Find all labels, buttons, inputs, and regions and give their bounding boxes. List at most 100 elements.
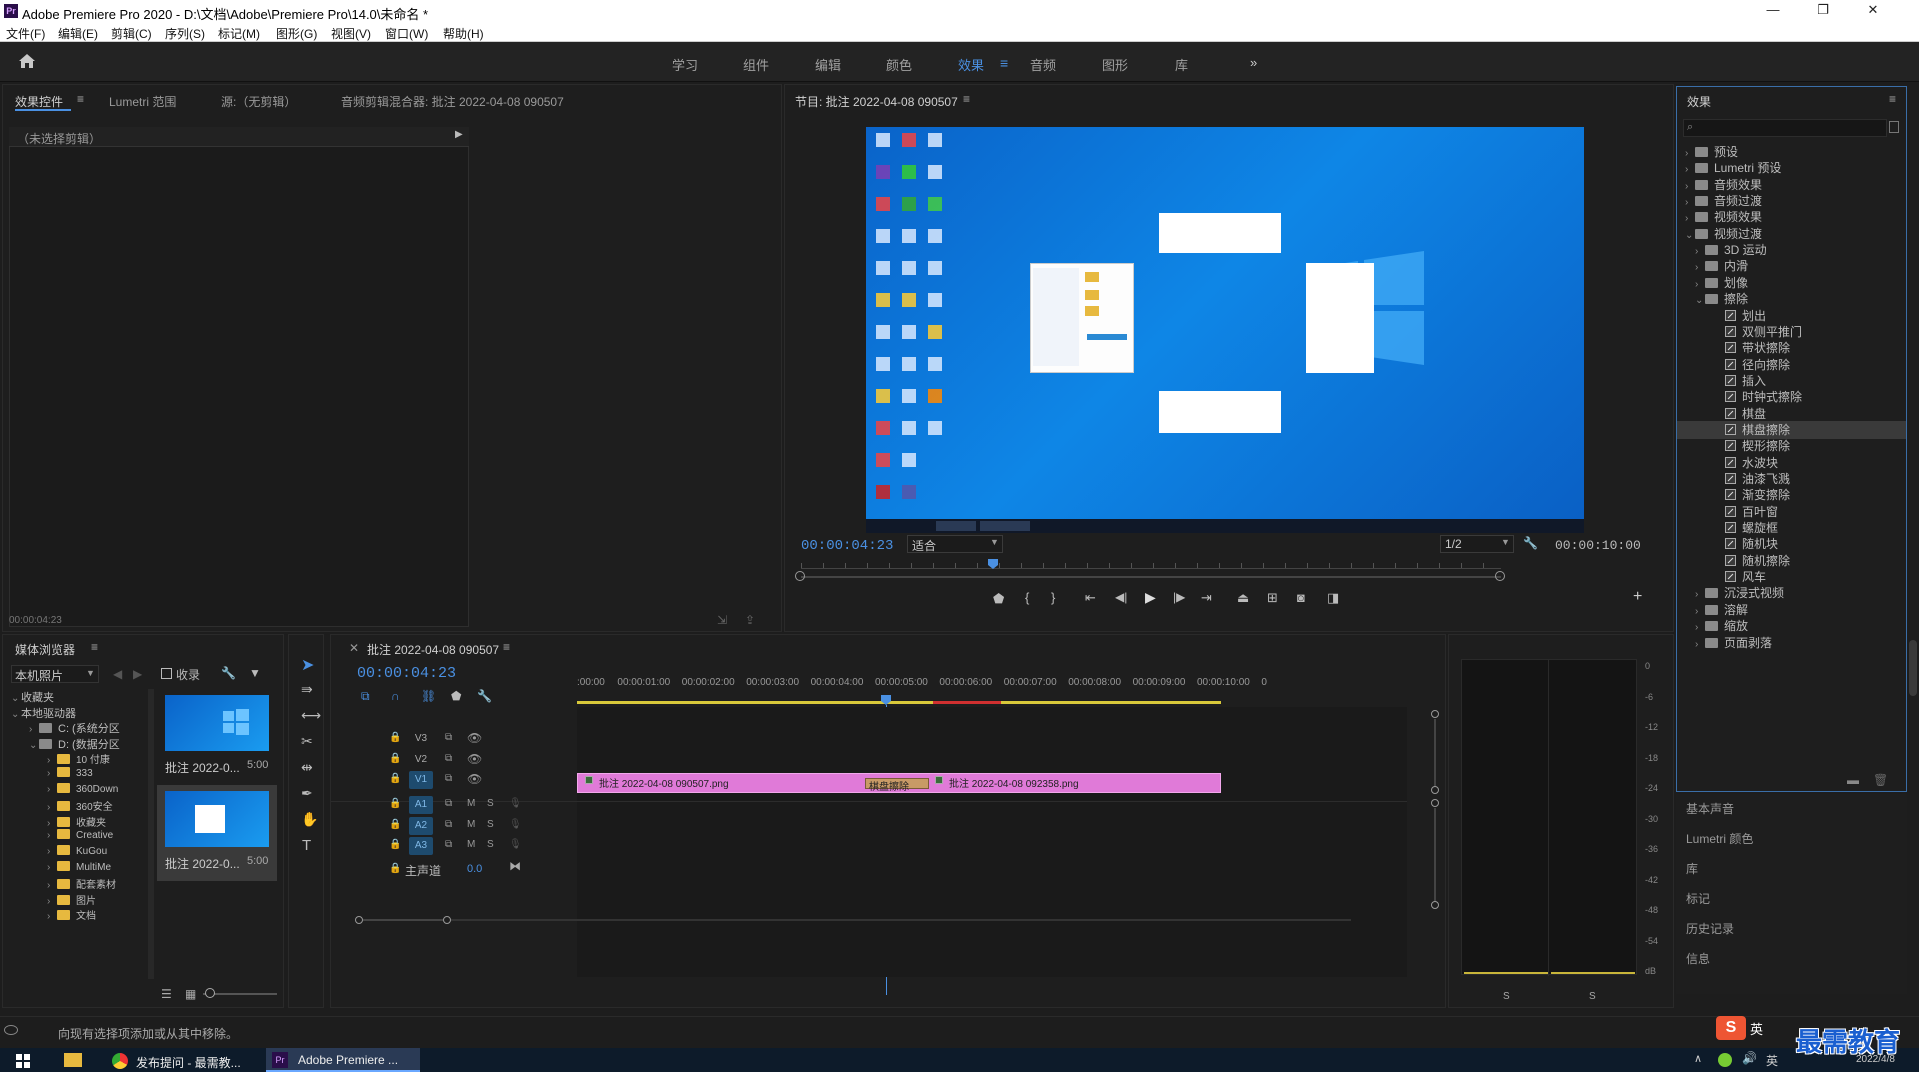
eye-icon[interactable]: 👁 bbox=[467, 772, 482, 786]
add-marker-icon[interactable]: ⬟ bbox=[451, 689, 461, 703]
comparison-view-icon[interactable]: ◨ bbox=[1327, 590, 1339, 606]
effect-item[interactable]: 棋盘擦除 bbox=[1677, 420, 1906, 439]
file-tree-item[interactable]: › 文档 bbox=[7, 907, 96, 925]
slip-tool-icon[interactable]: ⇹ bbox=[301, 759, 313, 776]
wrench-icon[interactable]: 🔧 bbox=[221, 666, 236, 680]
track-target-badge[interactable]: V3 bbox=[409, 730, 433, 748]
linked-selection-icon[interactable]: ⛓ bbox=[421, 689, 436, 703]
chevron-down-icon[interactable]: ⌄ bbox=[29, 740, 39, 751]
ime-label[interactable]: 英 bbox=[1766, 1052, 1778, 1069]
effect-item[interactable]: 棋盘 bbox=[1677, 405, 1906, 423]
track-target-badge[interactable]: V2 bbox=[409, 751, 433, 769]
media-thumb[interactable]: 批注 2022-0... 5:00 bbox=[157, 689, 277, 785]
effect-folder[interactable]: › Lumetri 预设 bbox=[1677, 159, 1906, 177]
master-volume[interactable]: 0.0 bbox=[467, 863, 482, 875]
chevron-down-icon[interactable]: ⌄ bbox=[1685, 230, 1695, 241]
mute-button[interactable]: M bbox=[467, 798, 475, 809]
effect-folder[interactable]: › 音频过渡 bbox=[1677, 192, 1906, 210]
icon-view-icon[interactable]: ▦ bbox=[185, 987, 196, 1001]
timeline-settings-icon[interactable]: 🔧 bbox=[477, 689, 492, 703]
panel-info[interactable]: 信息 bbox=[1686, 950, 1710, 967]
master-toggle-icon[interactable]: ⧓ bbox=[509, 859, 521, 873]
video-track-header[interactable]: 🔒 V2 ⧉ 👁 bbox=[387, 750, 577, 770]
chevron-right-icon[interactable]: › bbox=[1695, 246, 1705, 257]
filter-icon[interactable]: ▼ bbox=[249, 666, 261, 680]
chevron-right-icon[interactable]: › bbox=[29, 724, 39, 735]
solo-button[interactable]: S bbox=[487, 819, 494, 830]
step-forward-icon[interactable]: |▶ bbox=[1173, 590, 1185, 604]
microphone-icon[interactable]: 🎙 bbox=[509, 798, 522, 809]
lock-icon[interactable]: 🔒 bbox=[389, 773, 401, 784]
effects-search-input[interactable]: ⌕ bbox=[1683, 119, 1887, 137]
new-custom-bin-icon[interactable]: ▬ bbox=[1847, 773, 1859, 787]
effect-item[interactable]: 楔形擦除 bbox=[1677, 437, 1906, 455]
effect-item[interactable]: 时钟式擦除 bbox=[1677, 388, 1906, 406]
tab-lumetri-scopes[interactable]: Lumetri 范围 bbox=[109, 93, 176, 110]
go-to-out-icon[interactable]: ⇥ bbox=[1201, 590, 1212, 606]
chevron-right-icon[interactable]: › bbox=[47, 846, 57, 857]
effect-item[interactable]: 渐变擦除 bbox=[1677, 486, 1906, 504]
eye-icon[interactable]: 👁 bbox=[467, 752, 482, 766]
menu-sequence[interactable]: 序列(S) bbox=[165, 25, 205, 42]
effect-item[interactable]: 随机块 bbox=[1677, 535, 1906, 553]
chevron-right-icon[interactable]: › bbox=[1685, 197, 1695, 208]
menu-marker[interactable]: 标记(M) bbox=[218, 25, 260, 42]
menu-edit[interactable]: 编辑(E) bbox=[58, 25, 98, 42]
workspace-effects[interactable]: 效果 bbox=[958, 55, 984, 74]
tree-scrollbar[interactable] bbox=[148, 689, 154, 979]
vscroll-bottom-handle[interactable] bbox=[1431, 786, 1439, 794]
forward-arrow-icon[interactable]: ▶ bbox=[133, 667, 142, 681]
sequence-tab[interactable]: 批注 2022-04-08 090507 bbox=[367, 641, 499, 658]
chevron-right-icon[interactable]: › bbox=[1695, 622, 1705, 633]
effect-item[interactable]: 百叶窗 bbox=[1677, 503, 1906, 521]
effect-folder[interactable]: ⌄ 擦除 bbox=[1677, 290, 1906, 308]
selection-tool-icon[interactable]: ➤ bbox=[301, 655, 314, 675]
chevron-right-icon[interactable]: › bbox=[1685, 148, 1695, 159]
effect-folder[interactable]: › 视频效果 bbox=[1677, 208, 1906, 226]
tab-effect-controls[interactable]: 效果控件 bbox=[15, 93, 63, 110]
chevron-right-icon[interactable]: › bbox=[1685, 164, 1695, 175]
microphone-icon[interactable]: 🎙 bbox=[509, 839, 522, 850]
type-tool-icon[interactable]: T bbox=[302, 837, 311, 854]
windows-start-icon[interactable] bbox=[16, 1054, 30, 1068]
lock-icon[interactable]: 🔒 bbox=[389, 839, 401, 850]
sync-lock-icon[interactable]: ⧉ bbox=[445, 753, 452, 764]
workspace-libraries[interactable]: 库 bbox=[1175, 55, 1188, 74]
mute-button[interactable]: M bbox=[467, 819, 475, 830]
panel-libraries[interactable]: 库 bbox=[1686, 860, 1698, 877]
hscroll-start-handle[interactable] bbox=[355, 916, 363, 924]
play-arrow-icon[interactable]: ▶ bbox=[455, 129, 463, 140]
button-editor-add-icon[interactable]: + bbox=[1633, 588, 1642, 606]
chevron-right-icon[interactable]: › bbox=[1695, 589, 1705, 600]
new-bin-icon[interactable] bbox=[1889, 121, 1899, 133]
video-track-header[interactable]: 🔒 V3 ⧉ 👁 bbox=[387, 729, 577, 749]
lock-icon[interactable]: 🔒 bbox=[389, 798, 401, 809]
extract-icon[interactable]: ⊞ bbox=[1267, 590, 1278, 606]
menu-help[interactable]: 帮助(H) bbox=[443, 25, 484, 42]
media-thumb-selected[interactable]: 批注 2022-0... 5:00 bbox=[157, 785, 277, 881]
chevron-right-icon[interactable]: › bbox=[1695, 606, 1705, 617]
clip-2[interactable]: 批注 2022-04-08 092358.png bbox=[931, 773, 1221, 793]
minimize-button[interactable]: — bbox=[1750, 2, 1796, 20]
timeline-timecode[interactable]: 00:00:04:23 bbox=[357, 665, 456, 682]
chevron-right-icon[interactable]: › bbox=[47, 830, 57, 841]
effect-item[interactable]: 插入 bbox=[1677, 372, 1906, 390]
chevron-right-icon[interactable]: › bbox=[1695, 279, 1705, 290]
taskbar-premiere[interactable]: Pr Adobe Premiere ... bbox=[266, 1048, 420, 1072]
export-frame-camera-icon[interactable]: ◙ bbox=[1297, 590, 1305, 605]
chevron-right-icon[interactable]: › bbox=[47, 862, 57, 873]
workspace-more-icon[interactable]: » bbox=[1250, 55, 1257, 70]
tab-source[interactable]: 源:（无剪辑） bbox=[221, 93, 296, 110]
step-back-icon[interactable]: ◀| bbox=[1115, 590, 1127, 604]
workspace-menu-icon[interactable]: ≡ bbox=[1000, 55, 1008, 71]
video-track-header[interactable]: 🔒 V1 ⧉ 👁 bbox=[387, 770, 577, 790]
mark-in-icon[interactable]: { bbox=[1025, 590, 1029, 605]
track-target-badge[interactable]: A2 bbox=[409, 816, 433, 835]
fit-dropdown[interactable]: 适合 ▼ bbox=[907, 535, 1003, 553]
effect-folder[interactable]: › 预设 bbox=[1677, 143, 1906, 161]
sync-lock-icon[interactable]: ⧉ bbox=[445, 819, 452, 830]
chevron-down-icon[interactable]: ⌄ bbox=[11, 693, 21, 704]
workspace-audio[interactable]: 音频 bbox=[1030, 55, 1056, 74]
chevron-right-icon[interactable]: › bbox=[47, 784, 57, 795]
zoom-slider-handle[interactable] bbox=[205, 988, 215, 998]
